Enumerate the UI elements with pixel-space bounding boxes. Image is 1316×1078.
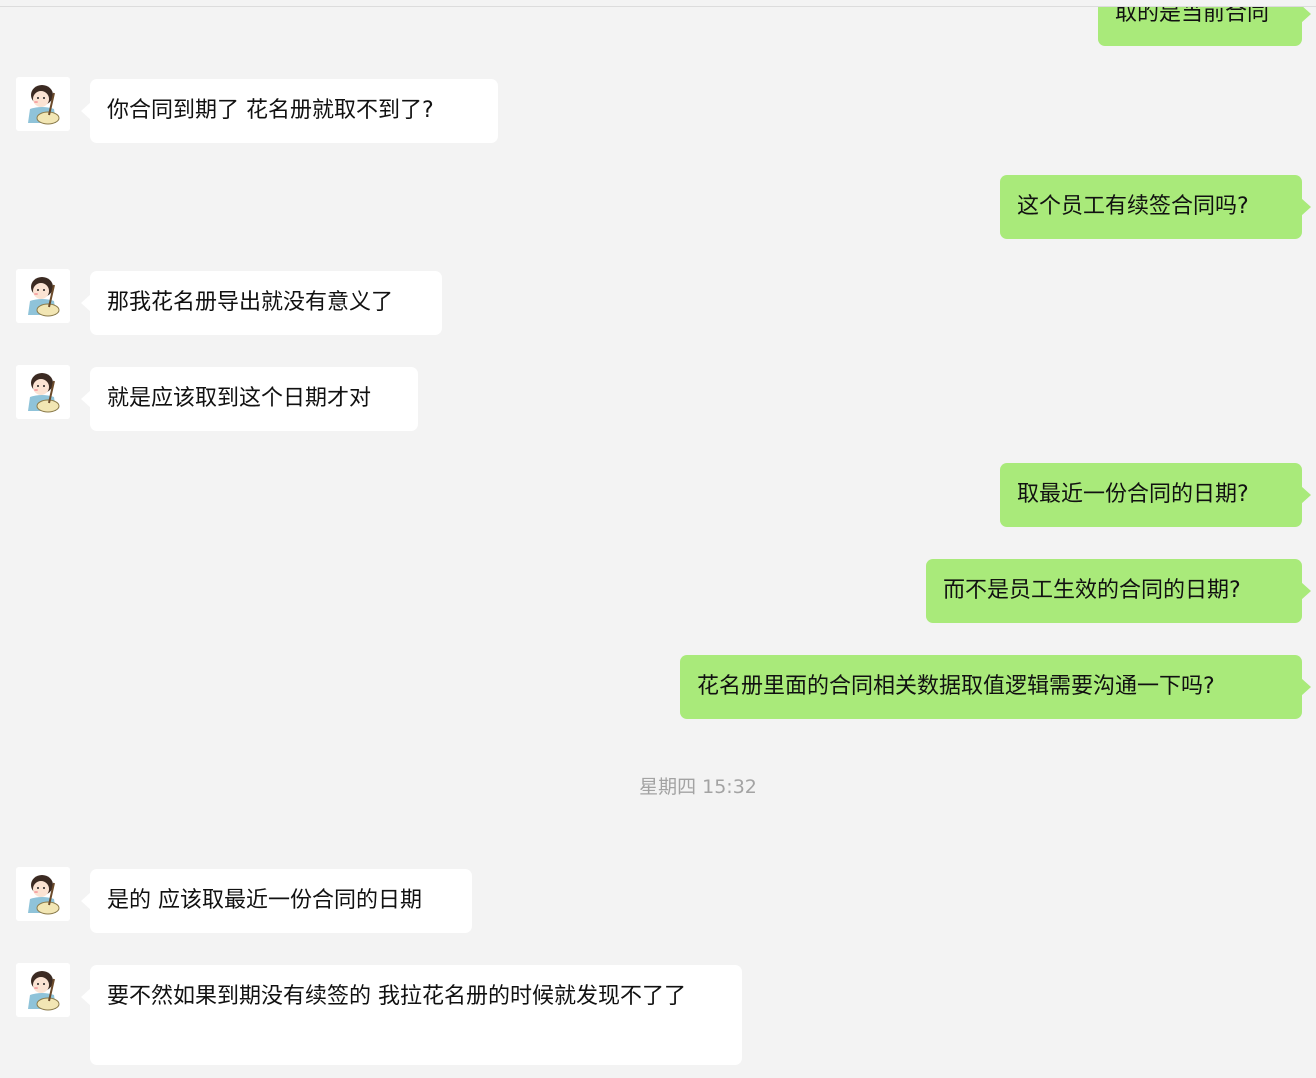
avatar-girl-cooking-icon	[16, 867, 70, 921]
message-text: 就是应该取到这个日期才对	[107, 386, 372, 411]
contact-avatar[interactable]	[16, 269, 70, 323]
received-message-bubble[interactable]: 你合同到期了 花名册就取不到了?	[81, 79, 498, 143]
message-text: 取最近一份合同的日期?	[1017, 482, 1249, 507]
window-top-border	[0, 0, 1316, 7]
sent-message-bubble[interactable]: 取最近一份合同的日期?	[1000, 463, 1311, 527]
avatar-girl-cooking-icon	[16, 269, 70, 323]
message-text: 这个员工有续签合同吗?	[1017, 194, 1249, 219]
message-text: 你合同到期了 花名册就取不到了?	[107, 98, 434, 123]
contact-avatar[interactable]	[16, 867, 70, 921]
sent-message-bubble[interactable]: 这个员工有续签合同吗?	[1000, 175, 1311, 239]
message-text: 那我花名册导出就没有意义了	[107, 290, 394, 315]
avatar-girl-cooking-icon	[16, 963, 70, 1017]
received-message-bubble[interactable]: 要不然如果到期没有续签的 我拉花名册的时候就发现不了了	[81, 965, 742, 1065]
contact-avatar[interactable]	[16, 365, 70, 419]
sent-message-bubble[interactable]: 花名册里面的合同相关数据取值逻辑需要沟通一下吗?	[680, 655, 1311, 719]
received-message-bubble[interactable]: 那我花名册导出就没有意义了	[81, 271, 442, 335]
message-text: 而不是员工生效的合同的日期?	[943, 578, 1241, 603]
avatar-girl-cooking-icon	[16, 77, 70, 131]
message-text: 要不然如果到期没有续签的 我拉花名册的时候就发现不了了	[107, 984, 686, 1009]
chat-timestamp: 星期四 15:32	[639, 776, 757, 798]
sent-message-bubble[interactable]: 而不是员工生效的合同的日期?	[926, 559, 1311, 623]
contact-avatar[interactable]	[16, 963, 70, 1017]
message-text: 是的 应该取最近一份合同的日期	[107, 888, 422, 913]
contact-avatar[interactable]	[16, 77, 70, 131]
received-message-bubble[interactable]: 是的 应该取最近一份合同的日期	[81, 869, 472, 933]
message-text: 花名册里面的合同相关数据取值逻辑需要沟通一下吗?	[697, 674, 1215, 699]
avatar-girl-cooking-icon	[16, 365, 70, 419]
received-message-bubble[interactable]: 就是应该取到这个日期才对	[81, 367, 418, 431]
